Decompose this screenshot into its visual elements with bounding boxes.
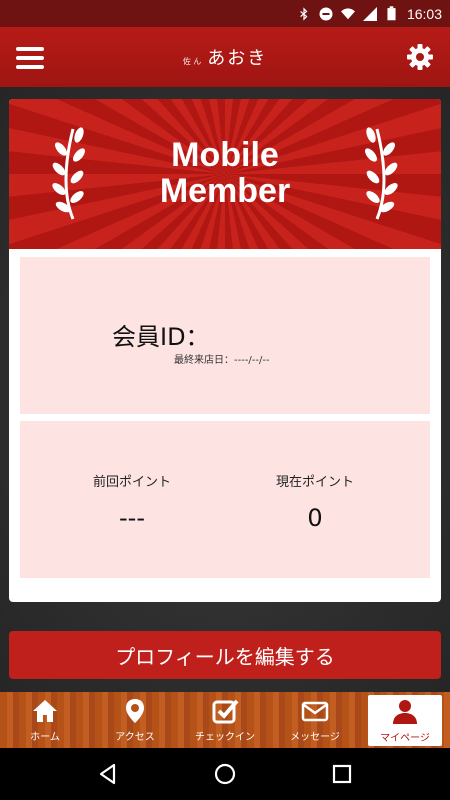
system-nav-bar [0, 748, 450, 800]
current-points-label: 現在ポイント [275, 475, 354, 490]
envelope-icon [301, 701, 329, 722]
tab-label: アクセス [115, 732, 155, 743]
map-pin-icon [126, 699, 144, 723]
last-visit-date: 最終来店日：----/--/-- [174, 355, 270, 366]
laurel-right-icon [365, 127, 398, 220]
tab-label: マイページ [380, 732, 430, 744]
current-points: 現在ポイント 0 [235, 471, 395, 532]
tab-home[interactable]: ホーム [0, 692, 90, 748]
tab-mypage[interactable]: マイページ [368, 695, 442, 746]
wifi-icon [340, 7, 355, 21]
user-icon [393, 699, 417, 724]
back-icon[interactable] [96, 762, 120, 786]
current-points-value: 0 [307, 504, 323, 532]
edit-profile-button[interactable]: プロフィールを編集する [9, 631, 441, 679]
member-card: Mobile Member 会員ID： 最終来店日：----/--/-- 前回ポ… [9, 99, 441, 602]
tab-message[interactable]: メッセージ [270, 692, 360, 748]
brand-sub: 佐 ん [182, 57, 202, 66]
battery-icon [385, 6, 399, 21]
do-not-disturb-icon [319, 7, 333, 21]
status-bar: 16:03 [0, 0, 450, 27]
brand-logo: 佐 ん あおき [183, 44, 268, 70]
points-panel: 前回ポイント --- 現在ポイント 0 [20, 421, 430, 578]
member-id-label: 会員ID： [112, 323, 210, 351]
bottom-tab-bar: ホーム アクセス チェックイン メッセージ マイページ [0, 692, 450, 748]
app-header: 佐 ん あおき [0, 27, 450, 87]
tab-checkin[interactable]: チェックイン [180, 692, 270, 748]
main-content: Mobile Member 会員ID： 最終来店日：----/--/-- 前回ポ… [0, 87, 450, 692]
member-id-panel: 会員ID： 最終来店日：----/--/-- [20, 257, 430, 414]
recents-icon[interactable] [330, 762, 354, 786]
home-icon [33, 700, 57, 722]
bluetooth-icon [297, 6, 311, 21]
tab-label: チェックイン [195, 732, 255, 743]
previous-points: 前回ポイント --- [52, 471, 212, 532]
checkin-icon [212, 699, 239, 724]
home-circle-icon[interactable] [213, 762, 237, 786]
tab-access[interactable]: アクセス [90, 692, 180, 748]
previous-points-value: --- [119, 504, 145, 532]
tab-label: ホーム [30, 732, 60, 743]
hamburger-menu-icon[interactable] [16, 47, 44, 69]
member-banner: Mobile Member [9, 99, 441, 249]
tab-label: メッセージ [290, 732, 340, 743]
status-time: 16:03 [406, 5, 442, 22]
brand-name: あおき [207, 48, 268, 69]
previous-points-label: 前回ポイント [92, 475, 171, 490]
signal-icon [362, 6, 377, 21]
gear-icon[interactable] [406, 43, 434, 71]
